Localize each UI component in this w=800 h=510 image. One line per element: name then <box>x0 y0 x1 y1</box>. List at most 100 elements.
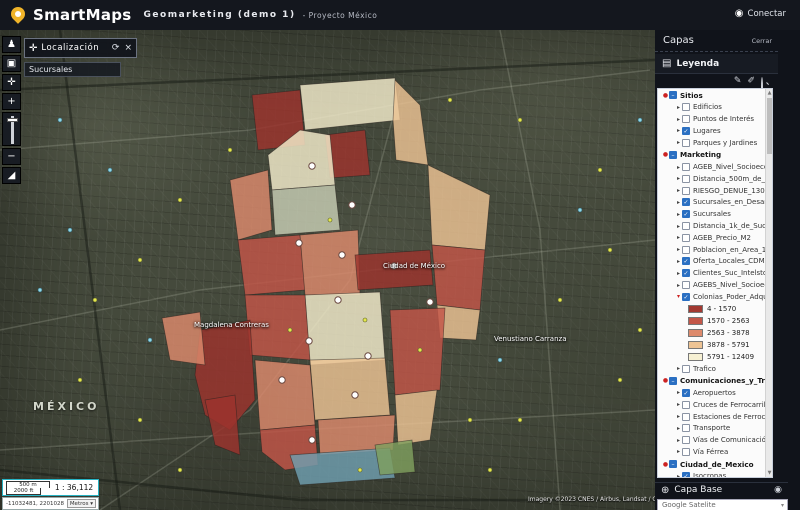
layer-item-clientes-suc-intelstoras-storage[interactable]: ▸✓Clientes_Suc_Intelstoras_Storage <box>658 267 766 279</box>
layer-checkbox[interactable]: ✓ <box>682 198 690 207</box>
layer-checkbox[interactable]: ✓ <box>682 388 690 397</box>
expand-arrow-icon[interactable]: ▸ <box>675 211 682 218</box>
layer-checkbox[interactable] <box>682 447 690 456</box>
layer-checkbox[interactable] <box>682 163 690 172</box>
layer-item-oferta-locales-cdmx-storage[interactable]: ▸✓Oferta_Locales_CDMX_Storage <box>658 256 766 268</box>
layer-checkbox[interactable]: – <box>669 376 677 385</box>
layer-checkbox[interactable]: ✓ <box>682 126 690 135</box>
layer-item-transporte[interactable]: ▸ Transporte <box>658 422 766 434</box>
expand-arrow-icon[interactable]: ▸ <box>675 282 682 289</box>
layer-checkbox[interactable]: ✓ <box>682 472 690 477</box>
connect-button[interactable]: ◉ Conectar <box>735 8 786 19</box>
group-bullet-icon[interactable]: ● <box>662 92 669 99</box>
expand-arrow-icon[interactable]: ▸ <box>675 473 682 477</box>
layer-item-colonias-poder-adquisitivo[interactable]: ▾✓Colonias_Poder_Adquisitivo <box>658 291 766 303</box>
zoom-slider[interactable] <box>2 112 21 146</box>
layer-checkbox[interactable] <box>682 281 690 290</box>
localization-header[interactable]: ✛ Localización ⟳ × <box>24 38 137 58</box>
layer-group-ciudad-de-mexico[interactable]: ● – Ciudad_de_Mexico <box>658 458 766 471</box>
expand-arrow-icon[interactable]: ▸ <box>675 223 682 230</box>
layer-checkbox[interactable]: ✓ <box>682 292 690 301</box>
layer-checkbox[interactable] <box>682 400 690 409</box>
layer-checkbox[interactable] <box>682 233 690 242</box>
expand-arrow-icon[interactable]: ▸ <box>675 270 682 277</box>
coordinates-unit-dropdown[interactable]: Metros ▾ <box>66 499 96 508</box>
close-icon[interactable]: × <box>124 43 132 53</box>
layer-checkbox[interactable] <box>682 186 690 195</box>
layer-group-comunicaciones-y-transportes[interactable]: ●–Comunicaciones_y_Transportes <box>658 375 766 388</box>
layer-checkbox[interactable]: – <box>669 460 677 469</box>
scroll-down-icon[interactable]: ▼ <box>766 469 772 477</box>
layer-item-distancia-500m-de-sucursales[interactable]: ▸ Distancia_500m_de_Sucursales <box>658 173 766 185</box>
layer-item-trafico[interactable]: ▸ Trafico <box>658 363 766 375</box>
layer-item-isocronas[interactable]: ▸ ✓ Isocronas <box>658 470 766 477</box>
edit-pencil-icon[interactable]: ✎ <box>734 76 742 86</box>
expand-arrow-icon[interactable]: ▸ <box>675 437 682 444</box>
expand-arrow-icon[interactable]: ▸ <box>675 127 682 134</box>
layer-checkbox[interactable]: ✓ <box>682 257 690 266</box>
layer-checkbox[interactable]: ✓ <box>682 269 690 278</box>
expand-arrow-icon[interactable]: ▸ <box>675 199 682 206</box>
select-extent-tool[interactable]: ▣ <box>2 55 21 72</box>
layer-checkbox[interactable] <box>682 436 690 445</box>
draw-pencil-icon[interactable]: ✐ <box>747 76 755 86</box>
close-panel-button[interactable]: Cerrar <box>752 37 772 45</box>
expand-arrow-icon[interactable]: ▸ <box>675 116 682 123</box>
basemap-select[interactable]: Google Satelite ▾ <box>657 499 788 510</box>
leyenda-header[interactable]: ▤ Leyenda <box>655 54 778 74</box>
expand-arrow-icon[interactable]: ▸ <box>675 389 682 396</box>
expand-arrow-icon[interactable]: ▸ <box>675 104 682 111</box>
layer-checkbox[interactable] <box>682 245 690 254</box>
layer-item-aeropuertos[interactable]: ▸ ✓ Aeropuertos <box>658 387 766 399</box>
fullscreen-tool[interactable]: ✛ <box>2 74 21 91</box>
expand-arrow-icon[interactable]: ▸ <box>675 234 682 241</box>
layer-checkbox[interactable] <box>682 424 690 433</box>
scroll-thumb[interactable] <box>767 98 772 154</box>
basemap-toggle-icon[interactable]: ◉ <box>774 485 782 495</box>
tree-scrollbar[interactable]: ▲ ▼ <box>765 89 772 477</box>
expand-arrow-icon[interactable]: ▸ <box>675 401 682 408</box>
localization-search-input[interactable]: Sucursales <box>24 62 121 77</box>
layer-item-sucursales[interactable]: ▸ ✓ Sucursales <box>658 208 766 220</box>
search-layers-icon[interactable] <box>761 76 769 98</box>
layer-item-ageb-precio-m2[interactable]: ▸ AGEB_Precio_M2 <box>658 232 766 244</box>
layer-checkbox[interactable]: – <box>669 91 677 100</box>
layer-checkbox[interactable] <box>682 174 690 183</box>
layer-item-riesgo-denue-13072021[interactable]: ▸ RIESGO_DENUE_13072021 <box>658 185 766 197</box>
layer-checkbox[interactable] <box>682 103 690 112</box>
expand-arrow-icon[interactable]: ▸ <box>675 187 682 194</box>
zoom-in-button[interactable]: + <box>2 93 21 110</box>
layer-item-v-a-f-rrea[interactable]: ▸ Vía Férrea <box>658 446 766 458</box>
expand-arrow-icon[interactable]: ▸ <box>675 164 682 171</box>
expand-arrow-icon[interactable]: ▾ <box>675 293 682 300</box>
refresh-icon[interactable]: ⟳ <box>112 43 120 53</box>
layer-group-sitios[interactable]: ● – Sitios <box>658 89 766 102</box>
zoom-out-button[interactable]: − <box>2 148 21 165</box>
layer-item-ageb-nivel-socioeconomico[interactable]: ▸ AGEB_Nivel_Socioeconomico <box>658 161 766 173</box>
expand-arrow-icon[interactable]: ▸ <box>675 365 682 372</box>
layer-checkbox[interactable] <box>682 138 690 147</box>
expand-arrow-icon[interactable]: ▸ <box>675 139 682 146</box>
layer-checkbox[interactable] <box>682 364 690 373</box>
layer-checkbox[interactable]: ✓ <box>682 210 690 219</box>
expand-arrow-icon[interactable]: ▸ <box>675 448 682 455</box>
expand-arrow-icon[interactable]: ▸ <box>675 258 682 265</box>
layer-item-puntos-de-inter-s[interactable]: ▸ Puntos de Interés <box>658 113 766 125</box>
layer-group-marketing[interactable]: ● – Marketing <box>658 149 766 162</box>
layer-checkbox[interactable]: – <box>669 150 677 159</box>
group-bullet-icon[interactable]: ● <box>662 151 669 158</box>
pan-tool[interactable]: ◢ <box>2 167 21 184</box>
layer-item-poblacion-en-area-1k-storage[interactable]: ▸ Poblacion_en_Area_1K_Storage <box>658 244 766 256</box>
layer-checkbox[interactable] <box>682 115 690 124</box>
layer-checkbox[interactable] <box>682 222 690 231</box>
layer-item-distancia-1k-de-sucursales[interactable]: ▸ Distancia_1k_de_Sucursales <box>658 220 766 232</box>
layer-item-edificios[interactable]: ▸ Edificios <box>658 102 766 114</box>
street-view-tool[interactable]: ♟ <box>2 36 21 53</box>
expand-arrow-icon[interactable]: ▸ <box>675 175 682 182</box>
layer-item-agebs-nivel-socioeconomico[interactable]: ▸ AGEBS_Nivel_Socioeconomico <box>658 279 766 291</box>
layer-item-parques-y-jardines[interactable]: ▸ Parques y Jardines <box>658 137 766 149</box>
layer-item-v-as-de-comunicaci-n[interactable]: ▸ Vías de Comunicación <box>658 434 766 446</box>
layer-item-cruces-de-ferrocarril[interactable]: ▸ Cruces de Ferrocarril <box>658 399 766 411</box>
group-bullet-icon[interactable]: ● <box>662 377 669 384</box>
expand-arrow-icon[interactable]: ▸ <box>675 246 682 253</box>
